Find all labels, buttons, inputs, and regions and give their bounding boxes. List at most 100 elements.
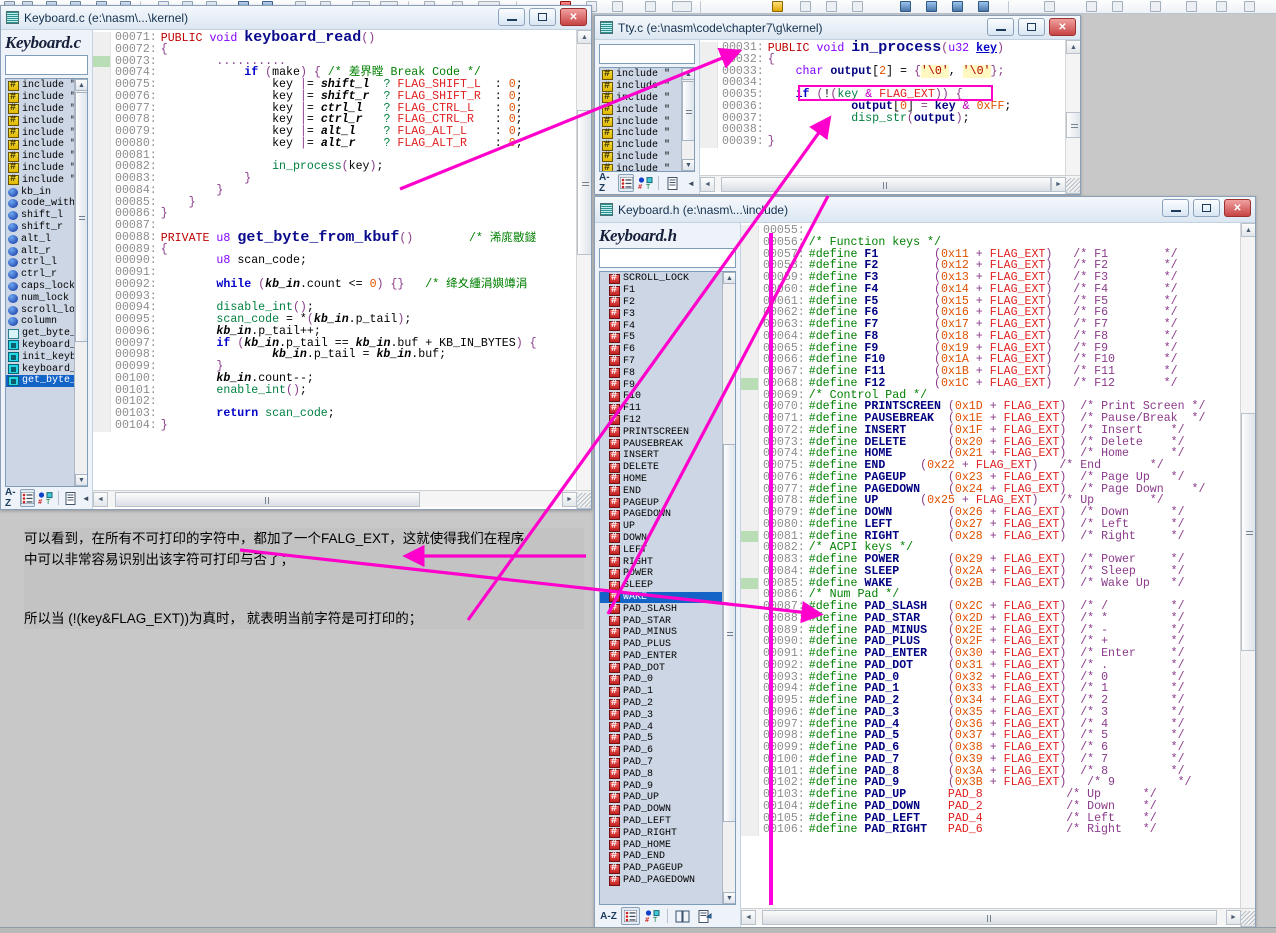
tree-item[interactable]: PAD_3	[600, 709, 722, 721]
tree-item[interactable]: include "	[600, 69, 681, 81]
code-horizontal-scrollbar-keyboard-h[interactable]: ◄ ►	[741, 908, 1255, 925]
tree-item[interactable]: scroll_lo	[6, 304, 74, 316]
tree-item[interactable]: DELETE	[600, 462, 722, 474]
tree-item[interactable]: include "	[600, 104, 681, 116]
tree-item[interactable]: alt_l	[6, 233, 74, 245]
toolbar-icon[interactable]	[1112, 1, 1123, 12]
toolbar-icon[interactable]	[800, 1, 811, 12]
sidebar-keyboard-c[interactable]: Keyboard.c include "include "include "in…	[1, 30, 93, 509]
code-line[interactable]: 00104:}	[93, 419, 591, 432]
tree-item[interactable]: include "	[6, 103, 74, 116]
tree-item[interactable]: PAD_1	[600, 686, 722, 698]
window-keyboard-c[interactable]: Keyboard.c (e:\nasm\...\kernel) ✕ Keyboa…	[0, 5, 592, 510]
tree-item[interactable]: PAD_HOME	[600, 839, 722, 851]
sort-az-button[interactable]: A-Z	[599, 172, 615, 194]
tree-item[interactable]: include "	[600, 116, 681, 128]
toolbar-icon[interactable]	[1244, 1, 1255, 12]
tree-vertical-scrollbar[interactable]: ▲ ▼	[74, 79, 87, 486]
symbol-filter-input[interactable]	[599, 44, 695, 64]
tree-item[interactable]: include "	[6, 127, 74, 139]
toolbar-icon[interactable]	[1186, 1, 1197, 12]
tree-item[interactable]: PAD_LEFT	[600, 816, 722, 828]
tree-item[interactable]: PAD_2	[600, 698, 722, 710]
tree-item[interactable]: PAD_6	[600, 745, 722, 757]
tree-item[interactable]: F1	[600, 285, 722, 297]
document-properties-button[interactable]	[695, 907, 714, 925]
toolbar-icon-blue[interactable]	[952, 1, 963, 12]
group-view-button[interactable]: # T	[38, 489, 53, 507]
tree-item[interactable]: include "	[600, 163, 681, 171]
tree-item[interactable]: PAD_END	[600, 851, 722, 863]
book-view-button[interactable]	[673, 907, 692, 925]
tree-item[interactable]: include "	[600, 128, 681, 140]
scroll-track[interactable]	[715, 176, 1051, 192]
scroll-left-arrow[interactable]: ◄	[741, 909, 756, 925]
code-vertical-scrollbar[interactable]: ▲ ▼	[576, 30, 591, 509]
toolbar-icon[interactable]	[1150, 1, 1161, 12]
code-editor-tty-c[interactable]: 00031: PUBLIC void in_process(u32 key) 000…	[700, 40, 1080, 194]
tree-item[interactable]: F7	[600, 355, 722, 368]
sidebar-scroll-left[interactable]: ◄	[80, 489, 92, 507]
resize-grip[interactable]	[1241, 911, 1255, 925]
tree-item[interactable]: keyboard_	[6, 340, 74, 352]
tree-item[interactable]: include "	[6, 139, 74, 151]
code-line[interactable]: 00086:}	[93, 208, 591, 220]
tree-item[interactable]: PAD_9	[600, 780, 722, 792]
tree-item[interactable]: ctrl_r	[6, 269, 74, 281]
tree-item[interactable]: get_byte_	[6, 328, 74, 340]
code-line[interactable]: 00092: while (kb_in.count <= 0) {} /* 绛夊…	[93, 278, 591, 291]
scroll-right-arrow[interactable]: ►	[1051, 176, 1066, 192]
tree-item[interactable]: F11	[600, 403, 722, 415]
tree-item[interactable]: F9	[600, 379, 722, 391]
code-line[interactable]: 00083: }	[93, 173, 591, 185]
toolbar-icon-yellow[interactable]	[772, 1, 783, 12]
tree-item[interactable]: PAD_DOT	[600, 662, 722, 674]
tree-item[interactable]: PAGEDOWN	[600, 509, 722, 521]
code-vertical-scrollbar[interactable]: ▲ ▼	[1240, 223, 1255, 927]
tree-item[interactable]: PAD_DOWN	[600, 804, 722, 816]
window-keyboard-h[interactable]: Keyboard.h (e:\nasm\...\include) ✕ Keybo…	[594, 196, 1256, 928]
tree-item[interactable]: keyboard_	[6, 363, 74, 375]
code-line[interactable]: 00080: key |= alt_r ? FLAG_ALT_R : 0;	[93, 137, 591, 150]
tree-item[interactable]: SLEEP	[600, 580, 722, 592]
tree-item[interactable]: PAD_7	[600, 757, 722, 769]
tree-vertical-scrollbar[interactable]: ▲ ▼	[681, 68, 694, 171]
code-line[interactable]: 00031: PUBLIC void in_process(u32 key)	[700, 40, 1080, 55]
scroll-thumb[interactable]	[721, 176, 1051, 192]
symbol-tree-tty-c[interactable]: include "include "include "include "incl…	[599, 67, 695, 172]
tree-item[interactable]: INSERT	[600, 450, 722, 462]
list-view-button[interactable]	[20, 489, 36, 507]
tree-item[interactable]: PAD_UP	[600, 792, 722, 804]
scroll-up-arrow[interactable]: ▲	[723, 272, 735, 284]
tree-item[interactable]: include "	[6, 162, 74, 175]
scroll-thumb[interactable]	[75, 92, 87, 342]
code-line[interactable]: 00100: kb_in.count--;	[93, 372, 591, 385]
tree-item[interactable]: PAD_ENTER	[600, 650, 722, 663]
scroll-up-arrow[interactable]: ▲	[1241, 223, 1255, 237]
tree-item[interactable]: init_keyb	[6, 351, 74, 363]
window-controls[interactable]: ✕	[498, 8, 587, 26]
tree-item[interactable]: kb_in	[6, 186, 74, 198]
tree-item[interactable]: F6	[600, 344, 722, 356]
tree-item[interactable]: include "	[6, 80, 74, 92]
code-vertical-scrollbar[interactable]: ▲ ▼	[1065, 40, 1080, 194]
tree-item[interactable]: F4	[600, 320, 722, 332]
tree-item[interactable]: num_lock	[6, 292, 74, 304]
tree-item[interactable]: F2	[600, 296, 722, 309]
tree-item[interactable]: include "	[6, 151, 74, 163]
scroll-thumb[interactable]	[577, 110, 591, 255]
scroll-track[interactable]	[108, 491, 562, 507]
code-line[interactable]: 00106: #define PAD_RIGHT PAD_6 /* Right *…	[741, 824, 1255, 836]
code-line[interactable]: 00095: scan_code = *(kb_in.p_tail);	[93, 314, 591, 326]
tree-item[interactable]: caps_lock	[6, 281, 74, 293]
tree-item[interactable]: include "	[6, 92, 74, 104]
toolbar-icon-blue[interactable]	[978, 1, 989, 12]
scroll-thumb[interactable]	[1066, 112, 1080, 138]
symbol-tree-keyboard-h[interactable]: SCROLL_LOCKF1F2F3F4F5F6F7F8F9F10F11F12PR…	[599, 271, 736, 905]
window-tty-c[interactable]: Tty.c (e:\nasm\code\chapter7\g\kernel) ✕…	[594, 15, 1081, 195]
tree-item[interactable]: PAGEUP	[600, 497, 722, 509]
toolbar-icon[interactable]	[1216, 1, 1227, 12]
tree-item[interactable]: PAD_PLUS	[600, 639, 722, 651]
scroll-thumb[interactable]	[115, 491, 420, 507]
tree-item[interactable]: DOWN	[600, 532, 722, 545]
